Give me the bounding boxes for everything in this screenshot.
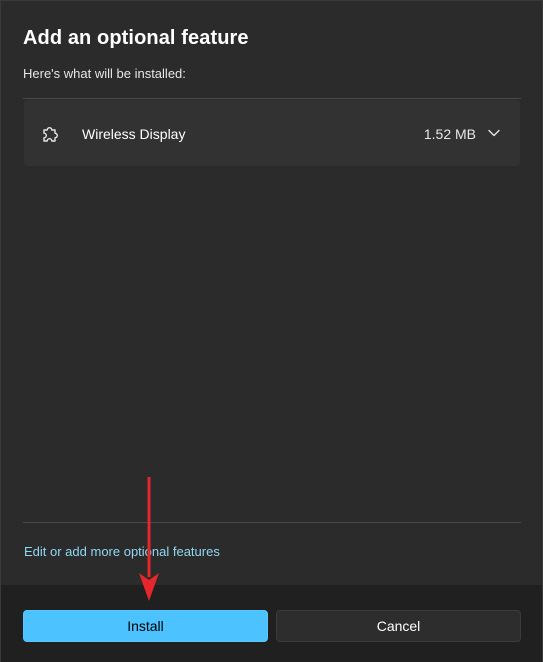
cancel-button[interactable]: Cancel [276, 610, 521, 642]
optional-feature-dialog: Add an optional feature Here's what will… [0, 0, 543, 662]
install-button[interactable]: Install [23, 610, 268, 642]
dialog-title: Add an optional feature [23, 27, 249, 49]
top-divider [23, 98, 521, 99]
chevron-down-icon[interactable] [486, 125, 502, 141]
feature-size: 1.52 MB [423, 126, 476, 142]
feature-item-wireless-display[interactable]: Wireless Display 1.52 MB [24, 100, 520, 166]
bottom-divider [23, 522, 521, 523]
feature-name: Wireless Display [82, 126, 186, 142]
edit-optional-features-link[interactable]: Edit or add more optional features [24, 544, 220, 559]
dialog-footer: Install Cancel [1, 585, 542, 662]
puzzle-piece-icon [43, 127, 58, 142]
dialog-subtitle: Here's what will be installed: [23, 66, 186, 81]
